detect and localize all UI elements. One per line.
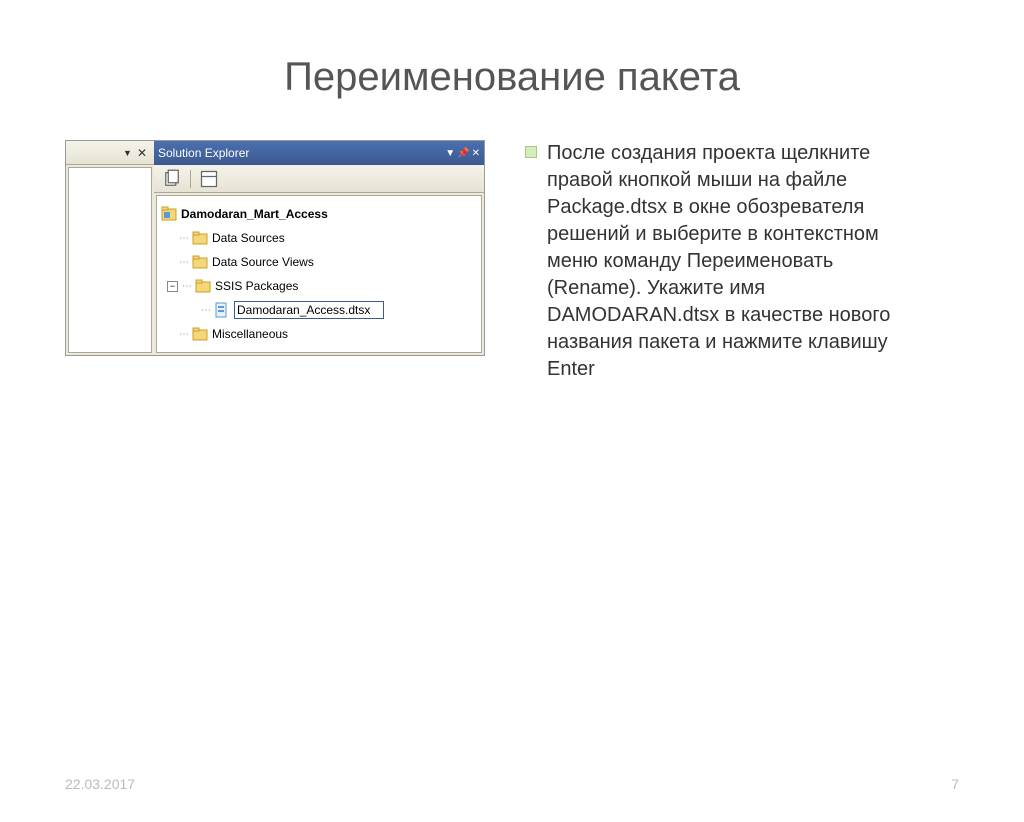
properties-icon[interactable]: [199, 169, 219, 189]
solution-explorer-panel: Solution Explorer ▼ 📌 ✕: [154, 141, 484, 355]
close-icon[interactable]: ✕: [472, 148, 480, 159]
data-source-views-node[interactable]: ⋯ Data Source Views: [161, 250, 477, 274]
left-tool-panel: ▼ ✕: [66, 141, 154, 355]
miscellaneous-label: Miscellaneous: [212, 327, 288, 341]
folder-icon: [192, 230, 208, 246]
panel-dropdown-icon[interactable]: ▼: [123, 148, 132, 158]
slide-footer: 22.03.2017 7: [0, 776, 1024, 792]
copy-icon[interactable]: [162, 169, 182, 189]
left-column: ▼ ✕ Solution Explorer ▼ 📌 ✕: [65, 140, 485, 383]
panel-close-icon[interactable]: ✕: [134, 146, 150, 160]
screenshot-container: ▼ ✕ Solution Explorer ▼ 📌 ✕: [65, 140, 485, 356]
tree-connector: ⋯: [179, 257, 188, 268]
tree-connector: ⋯: [201, 305, 210, 316]
data-source-views-label: Data Source Views: [212, 255, 314, 269]
tree-connector: ⋯: [179, 329, 188, 340]
tree-connector: ⋯: [179, 233, 188, 244]
expand-minus-icon[interactable]: −: [167, 281, 178, 292]
folder-icon: [192, 326, 208, 342]
toolbar-divider: [190, 170, 191, 188]
package-file-node[interactable]: ⋯: [161, 298, 477, 322]
solution-explorer-title: Solution Explorer: [158, 146, 249, 160]
ssis-packages-label: SSIS Packages: [215, 279, 298, 293]
project-node[interactable]: Damodaran_Mart_Access: [161, 202, 477, 226]
right-column: После создания проекта щелкните правой к…: [485, 140, 915, 383]
folder-icon: [195, 278, 211, 294]
miscellaneous-node[interactable]: ⋯ Miscellaneous: [161, 322, 477, 346]
project-label: Damodaran_Mart_Access: [181, 207, 328, 221]
dtsx-file-icon: [214, 302, 230, 318]
data-sources-node[interactable]: ⋯ Data Sources: [161, 226, 477, 250]
rename-input[interactable]: [234, 301, 384, 319]
bullet-icon: [525, 146, 537, 158]
folder-icon: [192, 254, 208, 270]
titlebar-controls: ▼ 📌 ✕: [445, 148, 480, 159]
solution-tree[interactable]: Damodaran_Mart_Access ⋯ Data Sources ⋯: [156, 195, 482, 353]
tree-connector: ⋯: [182, 281, 191, 292]
project-icon: [161, 206, 177, 222]
content-area: ▼ ✕ Solution Explorer ▼ 📌 ✕: [0, 140, 1024, 383]
bullet-item: После создания проекта щелкните правой к…: [525, 140, 915, 383]
solution-explorer-toolbar: [154, 165, 484, 193]
solution-explorer-titlebar[interactable]: Solution Explorer ▼ 📌 ✕: [154, 141, 484, 165]
ssis-packages-node[interactable]: − ⋯ SSIS Packages: [161, 274, 477, 298]
data-sources-label: Data Sources: [212, 231, 285, 245]
left-panel-body: [68, 167, 152, 353]
body-text: После создания проекта щелкните правой к…: [547, 140, 915, 383]
footer-date: 22.03.2017: [65, 776, 135, 792]
left-panel-toolbar: ▼ ✕: [66, 141, 154, 165]
pin-icon[interactable]: 📌: [457, 148, 469, 159]
panel-menu-icon[interactable]: ▼: [445, 148, 455, 159]
slide-title: Переименование пакета: [0, 55, 1024, 100]
footer-page-number: 7: [951, 776, 959, 792]
